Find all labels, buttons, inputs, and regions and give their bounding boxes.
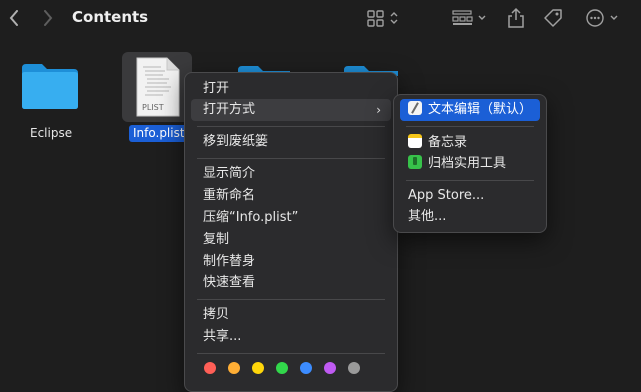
tag-color-dot[interactable] [324, 362, 336, 374]
tag-color-dot[interactable] [252, 362, 264, 374]
submenu-item-other[interactable]: 其他... [400, 206, 540, 228]
file-name-label: Eclipse [30, 126, 73, 140]
folder-icon [22, 64, 78, 109]
folder-eclipse[interactable] [18, 60, 82, 112]
group-by-button[interactable] [450, 6, 490, 30]
menu-item-compress[interactable]: 压缩“Info.plist” [191, 207, 391, 229]
tag-color-dot[interactable] [276, 362, 288, 374]
menu-item-open-with[interactable]: 打开方式 › [191, 99, 391, 121]
submenu-item-archive-utility[interactable]: 归档实用工具 [400, 153, 540, 175]
chevron-right-icon: › [376, 103, 381, 117]
context-menu: 打开 打开方式 › 移到废纸篓 显示简介 重新命名 压缩“Info.plist”… [184, 72, 398, 392]
more-actions-button[interactable] [584, 6, 624, 30]
chevron-right-icon [44, 10, 53, 26]
menu-item-open-with-label: 打开方式 [203, 102, 256, 117]
group-by-icon [452, 10, 486, 25]
menu-item-get-info[interactable]: 显示简介 [191, 163, 391, 185]
textedit-icon [408, 101, 422, 115]
finder-toolbar: Contents [0, 0, 641, 36]
submenu-item-label: 归档实用工具 [428, 156, 507, 171]
submenu-item-label: 文本编辑（默认） [428, 102, 533, 117]
open-with-submenu: 文本编辑（默认） 备忘录 归档实用工具 App Store... 其他... [393, 94, 547, 233]
menu-item-quick-look[interactable]: 快速查看 [191, 272, 391, 294]
submenu-item-textedit[interactable]: 文本编辑（默认） [400, 99, 540, 121]
menu-item-duplicate[interactable]: 复制 [191, 229, 391, 251]
share-button[interactable] [505, 5, 527, 31]
forward-button[interactable] [40, 8, 56, 28]
menu-item-make-alias[interactable]: 制作替身 [191, 251, 391, 273]
view-options-button[interactable] [364, 6, 402, 30]
archive-utility-icon [408, 155, 422, 169]
folder-eclipse-label-wrap: Eclipse [20, 126, 80, 142]
tag-color-row [204, 362, 374, 376]
menu-separator [197, 126, 385, 127]
menu-separator [197, 158, 385, 159]
submenu-item-notes[interactable]: 备忘录 [400, 132, 540, 154]
window-title: Contents [72, 8, 149, 26]
menu-item-share[interactable]: 共享... [191, 326, 391, 348]
menu-separator [197, 299, 385, 300]
menu-separator [406, 126, 534, 127]
menu-item-copy[interactable]: 拷贝 [191, 304, 391, 326]
tag-button[interactable] [541, 6, 565, 30]
menu-item-open[interactable]: 打开 [191, 78, 391, 100]
menu-separator [406, 180, 534, 181]
submenu-item-app-store[interactable]: App Store... [400, 185, 540, 207]
file-info-plist[interactable]: PLIST [122, 52, 192, 122]
share-icon [508, 7, 524, 28]
menu-item-move-to-trash[interactable]: 移到废纸篓 [191, 131, 391, 153]
file-name-label-selected: Info.plist [129, 125, 189, 142]
grid-view-icon [367, 10, 398, 27]
plist-thumb-text: PLIST [142, 103, 164, 112]
submenu-item-label: 备忘录 [428, 135, 468, 150]
menu-item-rename[interactable]: 重新命名 [191, 185, 391, 207]
chevron-left-icon [9, 10, 18, 26]
tag-color-dot[interactable] [348, 362, 360, 374]
tag-color-dot[interactable] [300, 362, 312, 374]
tag-icon [544, 9, 562, 27]
ellipsis-circle-icon [586, 9, 618, 27]
tag-color-dot[interactable] [204, 362, 216, 374]
back-button[interactable] [6, 8, 22, 28]
tag-color-dot[interactable] [228, 362, 240, 374]
notes-icon [408, 134, 422, 148]
menu-separator [197, 353, 385, 354]
